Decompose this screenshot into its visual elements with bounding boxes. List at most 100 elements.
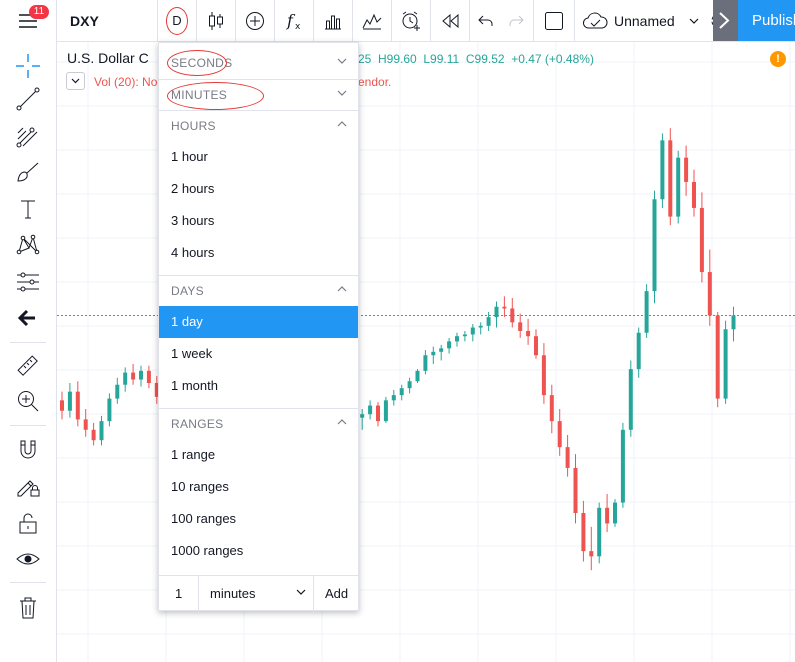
candle-body [439, 348, 444, 352]
function-icon: fx [286, 11, 301, 31]
candle-body [486, 317, 491, 326]
candle-body [107, 398, 112, 422]
compare-button[interactable] [236, 0, 274, 41]
interval-option[interactable]: 2 hours [159, 173, 358, 205]
svg-text:x: x [295, 22, 301, 31]
chart-type-button[interactable] [197, 0, 235, 41]
interval-unit-select[interactable]: minutes [199, 576, 314, 612]
candle-body [360, 414, 365, 418]
interval-dropdown: SECONDS MINUTES HOURS 1 hour 2 hours 3 h… [158, 42, 359, 612]
indicator-templates-icon [362, 13, 382, 29]
warning-icon[interactable]: ! [770, 51, 786, 67]
layout-menu-button[interactable]: Unnamed [578, 0, 700, 41]
interval-button[interactable]: D [158, 0, 196, 41]
pattern-icon[interactable] [12, 229, 44, 261]
section-hours[interactable]: HOURS [159, 110, 358, 142]
magnet-icon[interactable] [12, 434, 44, 466]
zoom-in-icon[interactable] [12, 385, 44, 417]
candle-body [431, 351, 436, 356]
volume-indicator-message: endor. [358, 75, 392, 89]
financials-button[interactable] [314, 0, 352, 41]
lock-drawing-icon[interactable] [12, 470, 44, 502]
interval-option[interactable]: 4 hours [159, 237, 358, 269]
back-arrow-icon[interactable] [12, 302, 44, 334]
interval-count-input[interactable]: 1 [159, 576, 199, 612]
interval-option[interactable]: 100 ranges [159, 503, 358, 535]
candle-body [636, 332, 641, 370]
add-interval-button[interactable]: Add [314, 576, 358, 612]
candles-icon [209, 11, 223, 30]
redo-button[interactable] [502, 0, 530, 41]
publish-button[interactable]: Publish [738, 0, 795, 41]
candle-body [557, 421, 562, 448]
ohlc-values: 25 H99.60 L99.11 C99.52 +0.47 (+0.48%) [358, 52, 594, 66]
brush-icon[interactable] [12, 156, 44, 188]
undo-icon [478, 15, 493, 26]
fib-retracement-icon[interactable] [12, 120, 44, 152]
crosshair-icon[interactable] [12, 50, 44, 82]
chevron-down-icon [71, 78, 80, 84]
candle-body [139, 370, 143, 380]
text-icon[interactable] [12, 193, 44, 225]
legend-collapse-button[interactable] [66, 72, 85, 90]
ruler-icon[interactable] [12, 350, 44, 382]
top-toolbar: 11 DXY D fx Unnamed Publis [0, 0, 795, 42]
trash-icon[interactable] [12, 592, 44, 624]
chevron-down-icon [337, 58, 347, 64]
interval-option[interactable]: 1 month [159, 370, 358, 402]
prediction-icon[interactable] [12, 266, 44, 298]
candle-body [597, 507, 602, 557]
section-label: RANGES [171, 417, 224, 431]
interval-option[interactable]: 1 week [159, 338, 358, 370]
candle-body [660, 140, 665, 200]
candle-body [723, 329, 728, 399]
interval-option[interactable]: 3 hours [159, 205, 358, 237]
trend-line-icon[interactable] [12, 83, 44, 115]
unlock-icon[interactable] [12, 507, 44, 539]
candle-body [715, 315, 720, 399]
candle-body [91, 429, 96, 441]
candle-body [526, 331, 531, 337]
volume-indicator-label: Vol (20): No [94, 75, 158, 89]
publish-arrow-tab[interactable] [713, 0, 738, 41]
interval-option[interactable]: 1000 ranges [159, 535, 358, 567]
annotation-circle [167, 82, 264, 110]
candle-body [99, 421, 104, 441]
candle-body [60, 400, 64, 411]
interval-option-selected[interactable]: 1 day [159, 306, 358, 338]
bar-chart-icon [325, 15, 341, 29]
interval-option[interactable]: 1 range [159, 439, 358, 471]
interval-option[interactable]: 10 ranges [159, 471, 358, 503]
eye-icon[interactable] [12, 543, 44, 575]
chevron-up-icon [337, 286, 347, 292]
symbol-search-button[interactable]: DXY [56, 0, 156, 41]
candle-body [620, 429, 625, 503]
candle-body [494, 306, 499, 318]
alert-button[interactable] [392, 0, 430, 41]
drawing-toolbar [0, 41, 57, 662]
templates-button[interactable] [353, 0, 391, 41]
section-label: HOURS [171, 119, 216, 133]
candle-body [131, 372, 136, 380]
candle-body [644, 291, 649, 333]
interval-option[interactable]: 1 hour [159, 141, 358, 173]
candle-body [707, 272, 712, 316]
chevron-down-icon [337, 90, 347, 96]
fullscreen-button[interactable] [534, 0, 574, 41]
chevron-down-icon [689, 18, 699, 24]
section-days[interactable]: DAYS [159, 275, 358, 307]
section-ranges[interactable]: RANGES [159, 408, 358, 440]
candle-body [115, 384, 120, 399]
candle-body [534, 336, 538, 356]
replay-button[interactable] [431, 0, 469, 41]
indicators-button[interactable]: fx [275, 0, 313, 41]
candle-body [415, 370, 420, 382]
symbol-description: U.S. Dollar C [67, 50, 149, 66]
annotation-circle [166, 7, 188, 35]
candle-body [423, 355, 428, 371]
candle-body [605, 507, 610, 524]
undo-button[interactable] [470, 0, 502, 41]
candle-body [692, 181, 696, 208]
annotation-circle [167, 50, 227, 76]
candle-body [510, 308, 515, 323]
